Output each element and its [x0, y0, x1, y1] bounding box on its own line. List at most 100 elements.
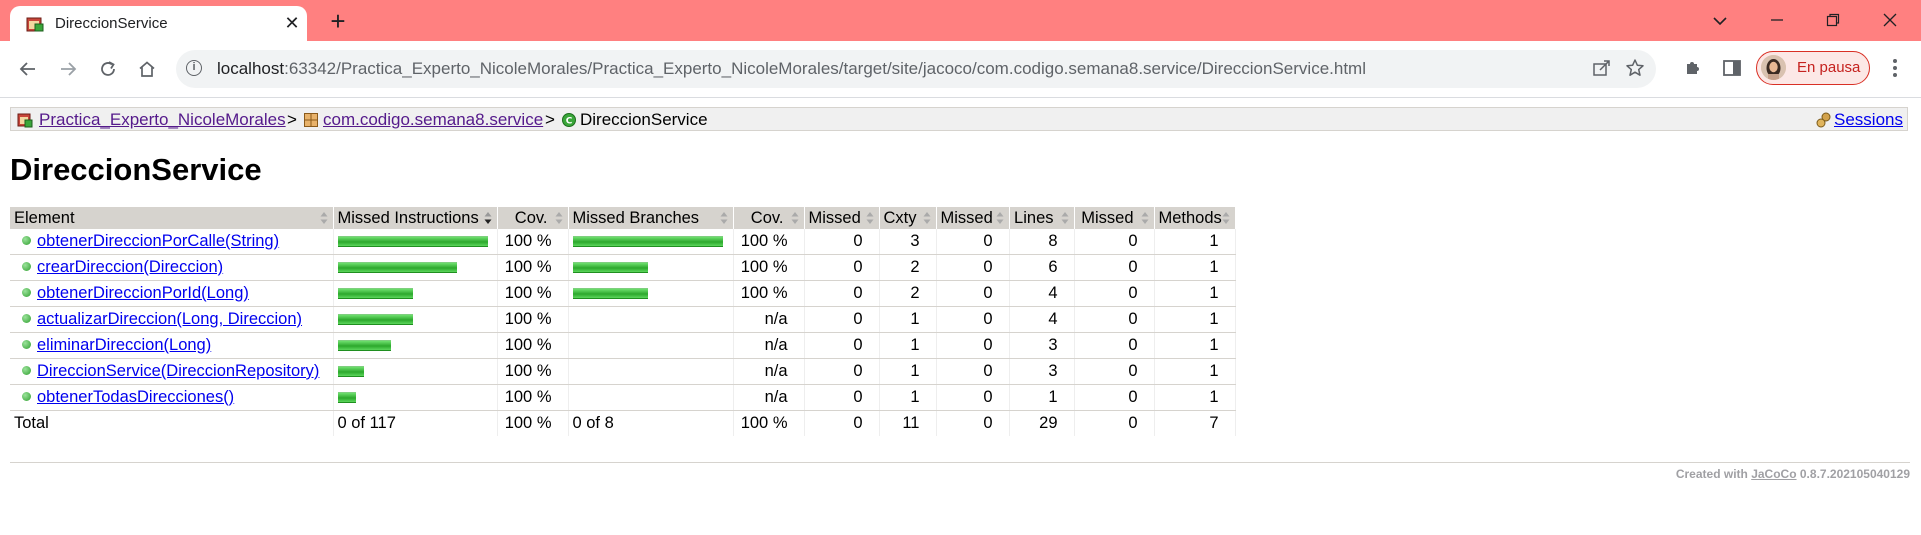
sort-icon[interactable]: [1061, 211, 1069, 225]
close-tab-icon[interactable]: ✕: [282, 13, 302, 33]
sort-icon[interactable]: [791, 211, 799, 225]
missed-cxty-cell: 0: [804, 254, 880, 281]
header-instr-cov-label: Cov.: [514, 208, 548, 227]
back-arrow-icon[interactable]: [12, 53, 44, 85]
sort-icon[interactable]: [720, 211, 728, 225]
header-lines[interactable]: Lines: [1009, 207, 1075, 229]
instruction-coverage-bar: [337, 366, 364, 378]
total-branch-cov: 100 %: [733, 410, 805, 436]
new-tab-button[interactable]: +: [324, 8, 352, 36]
header-missed-branches[interactable]: Missed Branches: [568, 207, 734, 229]
sort-descending-icon[interactable]: [484, 211, 492, 225]
breadcrumb-package-link[interactable]: com.codigo.semana8.service: [323, 110, 543, 130]
method-link[interactable]: crearDireccion(Direccion): [37, 258, 223, 276]
side-panel-icon[interactable]: [1717, 53, 1747, 83]
active-tab[interactable]: DireccionService ✕: [10, 6, 307, 41]
header-methods-label: Methods: [1158, 208, 1222, 227]
total-cxty: 11: [879, 410, 937, 436]
sessions-link[interactable]: Sessions: [1834, 110, 1903, 130]
sort-icon[interactable]: [555, 211, 563, 225]
cxty-cell: 2: [879, 254, 937, 281]
methods-cell: 1: [1154, 358, 1236, 385]
branch-cov-cell: n/a: [733, 306, 805, 333]
missed-lines-cell: 0: [936, 229, 1010, 255]
methods-cell: 1: [1154, 229, 1236, 255]
method-link[interactable]: DireccionService(DireccionRepository): [37, 362, 319, 380]
header-missed-lines[interactable]: Missed: [936, 207, 1010, 229]
footer: Created with JaCoCo 0.8.7.202105040129: [1676, 467, 1910, 481]
method-link[interactable]: obtenerTodasDirecciones(): [37, 388, 234, 406]
missed-methods-cell: 0: [1074, 358, 1155, 385]
jacoco-link[interactable]: JaCoCo: [1751, 467, 1796, 481]
sessions-link-label[interactable]: Sessions: [1834, 110, 1903, 129]
instruction-coverage-bar: [337, 236, 488, 248]
method-link[interactable]: obtenerDireccionPorId(Long): [37, 284, 249, 302]
sessions-icon: [1816, 112, 1831, 128]
tab-search-chevron-icon[interactable]: [1700, 6, 1740, 34]
forward-arrow-icon[interactable]: [52, 53, 84, 85]
header-instr-cov[interactable]: Cov.: [497, 207, 569, 229]
missed-cxty-cell: 0: [804, 332, 880, 359]
kebab-menu-icon[interactable]: [1880, 53, 1910, 83]
header-missed-methods[interactable]: Missed: [1074, 207, 1155, 229]
home-icon[interactable]: [131, 53, 163, 85]
breadcrumb-project-link[interactable]: Practica_Experto_NicoleMorales: [39, 110, 286, 130]
element-cell: crearDireccion(Direccion): [10, 254, 334, 281]
element-cell: obtenerTodasDirecciones(): [10, 384, 334, 411]
branch-cov-cell: n/a: [733, 358, 805, 385]
reload-icon[interactable]: [92, 53, 124, 85]
page-title: DireccionService: [10, 152, 262, 187]
branch-bar-cell: [568, 384, 734, 411]
missed-lines-cell: 0: [936, 306, 1010, 333]
address-bar[interactable]: i localhost:63342/Practica_Experto_Nicol…: [176, 50, 1656, 88]
sort-icon[interactable]: [1222, 211, 1230, 225]
header-element[interactable]: Element: [10, 207, 334, 229]
puzzle-icon[interactable]: [1678, 53, 1708, 83]
url-text[interactable]: localhost:63342/Practica_Experto_NicoleM…: [217, 59, 1366, 79]
header-cxty-label: Cxty: [883, 208, 917, 227]
header-branch-cov[interactable]: Cov.: [733, 207, 805, 229]
svg-text:C: C: [566, 117, 573, 127]
instruction-coverage-bar: [337, 392, 356, 404]
share-icon[interactable]: [1591, 58, 1613, 80]
sort-icon[interactable]: [923, 211, 931, 225]
header-missed-instructions[interactable]: Missed Instructions: [333, 207, 498, 229]
breadcrumb-package-label[interactable]: com.codigo.semana8.service: [323, 110, 543, 129]
total-label: Total: [10, 410, 334, 436]
profile-button[interactable]: En pausa: [1756, 51, 1870, 85]
missed-methods-cell: 0: [1074, 306, 1155, 333]
sort-icon[interactable]: [320, 211, 328, 225]
avatar: [1761, 55, 1786, 80]
sort-icon[interactable]: [866, 211, 874, 225]
breadcrumb-project-label[interactable]: Practica_Experto_NicoleMorales: [39, 110, 286, 129]
total-missed-branches: 0 of 8: [568, 410, 734, 436]
missed-methods-cell: 0: [1074, 332, 1155, 359]
instruction-cov-cell: 100 %: [497, 280, 569, 307]
header-missed-cxty[interactable]: Missed: [804, 207, 880, 229]
instruction-bar-cell: [333, 358, 498, 385]
method-link[interactable]: actualizarDireccion(Long, Direccion): [37, 310, 302, 328]
header-missed-cxty-label: Missed: [808, 208, 861, 227]
star-icon[interactable]: [1624, 58, 1646, 80]
method-link[interactable]: obtenerDireccionPorCalle(String): [37, 232, 279, 250]
sort-icon[interactable]: [996, 211, 1004, 225]
method-link[interactable]: eliminarDireccion(Long): [37, 336, 211, 354]
branch-bar-cell: [568, 306, 734, 333]
header-cxty[interactable]: Cxty: [879, 207, 937, 229]
package-icon: [304, 113, 318, 127]
restore-window-icon[interactable]: [1813, 6, 1853, 34]
header-element-label: Element: [14, 208, 75, 227]
header-methods[interactable]: Methods: [1154, 207, 1236, 229]
method-icon: [22, 366, 31, 376]
lines-cell: 1: [1009, 384, 1075, 411]
missed-cxty-cell: 0: [804, 306, 880, 333]
lines-cell: 4: [1009, 306, 1075, 333]
table-row: obtenerDireccionPorCalle(String) 100 % 100…: [10, 229, 1236, 255]
minimize-window-icon[interactable]: [1757, 6, 1797, 34]
breadcrumb-separator: >: [545, 110, 555, 129]
close-window-icon[interactable]: [1870, 6, 1910, 34]
sort-icon[interactable]: [1141, 211, 1149, 225]
breadcrumb-separator: >: [287, 110, 297, 129]
site-info-icon[interactable]: i: [186, 60, 202, 76]
instruction-cov-cell: 100 %: [497, 384, 569, 411]
